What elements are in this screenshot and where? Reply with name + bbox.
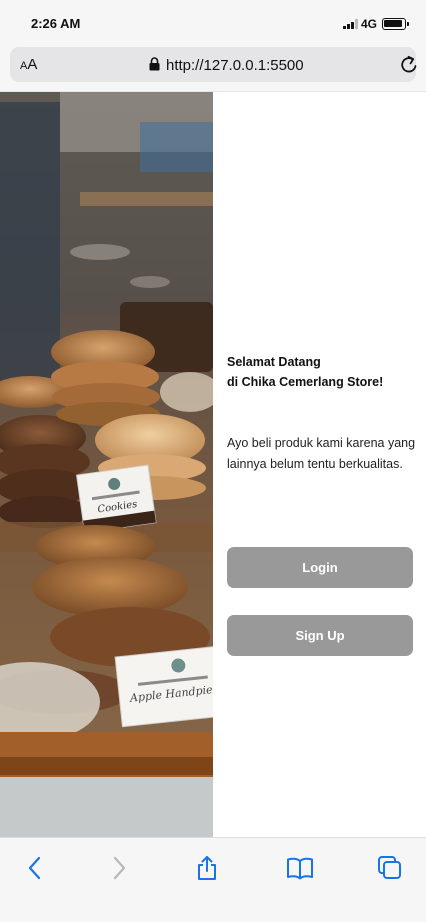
address-bar[interactable]: AA http://127.0.0.1:5500 bbox=[10, 47, 417, 82]
status-bar: 2:26 AM 4G bbox=[0, 0, 426, 44]
forward-icon[interactable] bbox=[106, 855, 132, 881]
battery-icon bbox=[382, 18, 409, 30]
welcome-title: Selamat Datang di Chika Cemerlang Store! bbox=[227, 352, 383, 392]
tabs-icon[interactable] bbox=[377, 855, 403, 881]
reader-settings-button[interactable]: AA bbox=[20, 56, 37, 73]
back-icon[interactable] bbox=[22, 855, 48, 881]
bookmarks-icon[interactable] bbox=[286, 855, 314, 881]
login-button[interactable]: Login bbox=[227, 547, 413, 588]
share-icon[interactable] bbox=[194, 855, 220, 881]
browser-toolbar bbox=[0, 837, 426, 922]
signal-icon bbox=[343, 19, 358, 29]
bakery-photo: Cookies Apple Handpie bbox=[0, 92, 213, 837]
welcome-panel: Selamat Datang di Chika Cemerlang Store!… bbox=[213, 92, 426, 837]
lock-icon bbox=[149, 57, 160, 71]
welcome-title-line1: Selamat Datang bbox=[227, 355, 321, 369]
signup-button[interactable]: Sign Up bbox=[227, 615, 413, 656]
welcome-title-line2: di Chika Cemerlang Store! bbox=[227, 375, 384, 389]
status-time: 2:26 AM bbox=[31, 16, 81, 31]
network-type: 4G bbox=[361, 17, 378, 31]
welcome-text: Ayo beli produk kami karena yang lainnya… bbox=[227, 436, 416, 471]
reload-icon[interactable] bbox=[398, 54, 420, 76]
browser-address-area: AA http://127.0.0.1:5500 bbox=[0, 44, 426, 92]
url-text[interactable]: http://127.0.0.1:5500 bbox=[166, 57, 304, 74]
hero-image: Cookies Apple Handpie bbox=[0, 92, 213, 837]
